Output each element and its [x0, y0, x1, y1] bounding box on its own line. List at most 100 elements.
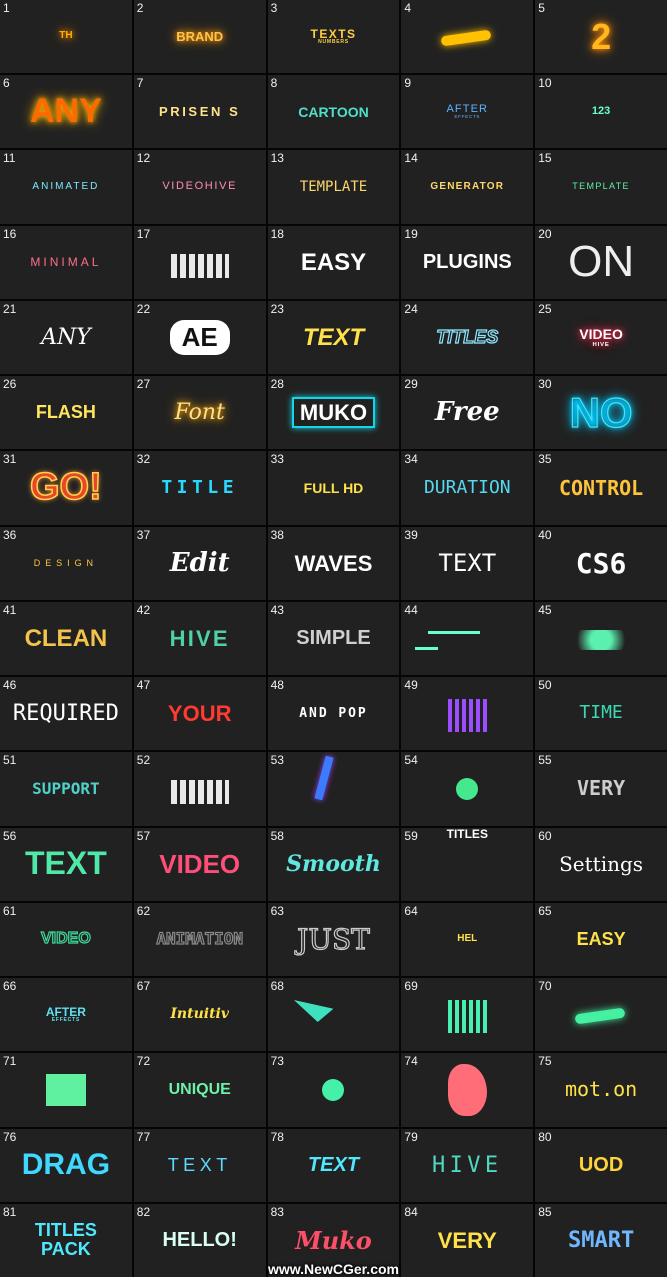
tile-number: 65: [538, 903, 552, 918]
effect-tile[interactable]: 26 FLASH: [0, 376, 132, 450]
effect-tile[interactable]: 61 VIDEO: [0, 902, 132, 977]
effect-tile[interactable]: 7 PRISEN S: [133, 75, 266, 149]
effect-tile[interactable]: 32 TITLE: [133, 451, 266, 525]
effect-tile[interactable]: 9 AFTER EFFECTS: [401, 75, 534, 149]
effect-preview-text: 123: [592, 105, 610, 118]
effect-tile[interactable]: 47 YOUR: [133, 677, 266, 751]
tile-number: 43: [270, 602, 284, 617]
effect-tile[interactable]: 75 mot.on: [535, 1053, 667, 1127]
effect-tile[interactable]: 48 AND POP: [267, 677, 400, 751]
effect-tile[interactable]: 62 ANIMATION: [133, 902, 266, 977]
effect-tile[interactable]: 69: [401, 978, 534, 1052]
effect-tile[interactable]: 49: [401, 677, 534, 751]
effect-preview-text: VIDEO: [159, 850, 240, 878]
preview-main-text: CS6: [575, 546, 627, 580]
effect-tile[interactable]: 8 CARTOON: [267, 75, 400, 149]
effect-tile[interactable]: 13 TEMPLATE: [267, 150, 400, 224]
effect-tile[interactable]: 56 TEXT: [0, 827, 132, 901]
preview-main-text: TITLE: [161, 476, 239, 498]
effect-tile[interactable]: 29 Free: [401, 376, 534, 450]
effect-tile[interactable]: 6 ANY: [0, 75, 132, 149]
preview-main-text: VIDEOHIVE: [162, 180, 238, 193]
effect-tile[interactable]: 21 ANY: [0, 300, 132, 375]
effect-tile[interactable]: 63 JUST: [267, 902, 400, 977]
effect-tile[interactable]: 39 TEXT: [401, 526, 534, 600]
effect-tile[interactable]: 41 CLEAN: [0, 601, 132, 676]
effect-tile[interactable]: 34 DURATION: [401, 451, 534, 525]
effect-tile[interactable]: 20 ON: [535, 225, 667, 299]
effect-tile[interactable]: 11 ANIMATED: [0, 150, 132, 224]
effect-tile[interactable]: 15 TEMPLATE: [535, 150, 667, 224]
effect-tile[interactable]: 10 123: [535, 75, 667, 149]
effect-tile[interactable]: 55 VERY: [535, 752, 667, 826]
effect-tile[interactable]: 65 EASY: [535, 902, 667, 977]
effect-tile[interactable]: 43 SIMPLE: [267, 601, 400, 676]
preview-main-text: VERY: [577, 776, 626, 801]
effect-tile[interactable]: 53: [267, 752, 400, 826]
tile-number: 81: [3, 1204, 17, 1219]
effect-tile[interactable]: 57 VIDEO: [133, 827, 266, 901]
shards-shape: [293, 1000, 334, 1022]
effect-tile[interactable]: 54: [401, 752, 534, 826]
effect-tile[interactable]: 78 TEXT: [267, 1128, 400, 1202]
tile-number: 34: [404, 452, 418, 467]
effect-tile[interactable]: 71: [0, 1053, 132, 1127]
effect-tile[interactable]: 3 TEXTS NUMBERS: [267, 0, 400, 74]
effect-tile[interactable]: 1 TH: [0, 0, 132, 74]
tile-number: 12: [136, 151, 151, 166]
effect-preview-text: FULL HD: [304, 480, 364, 496]
effect-tile[interactable]: 70: [535, 978, 667, 1052]
effect-tile[interactable]: 73: [267, 1053, 400, 1127]
effect-tile[interactable]: 66 AFTER EFFECTS: [0, 978, 132, 1052]
tile-number: 37: [136, 527, 151, 542]
effect-tile[interactable]: 76 DRAG: [0, 1128, 132, 1202]
effect-tile[interactable]: 4: [401, 0, 534, 74]
effect-tile[interactable]: 23 TEXT: [267, 300, 400, 375]
effect-tile[interactable]: 37 Edit: [133, 526, 266, 600]
effect-tile[interactable]: 18 EASY: [267, 225, 400, 299]
effect-tile[interactable]: 59 TITLES: [401, 827, 534, 901]
effect-tile[interactable]: 58 Smooth: [267, 827, 400, 901]
preview-main-text: PRISEN S: [158, 104, 241, 120]
effect-tile[interactable]: 19 PLUGINS: [401, 225, 534, 299]
effect-tile[interactable]: 64 HEL: [401, 902, 534, 977]
effect-tile[interactable]: 74: [401, 1053, 534, 1127]
effect-tile[interactable]: 30 NO: [535, 376, 667, 450]
tile-number: 66: [3, 979, 17, 994]
effect-tile[interactable]: 77 TEXT: [133, 1128, 266, 1202]
effect-tile[interactable]: 31 GO!: [0, 451, 132, 525]
effect-tile[interactable]: 24 TITLES: [401, 300, 534, 375]
effect-tile[interactable]: 72 UNIQUE: [133, 1053, 266, 1127]
effect-tile[interactable]: 14 GENERATOR: [401, 150, 534, 224]
effect-tile[interactable]: 79 HIVE: [401, 1128, 534, 1202]
effect-preview-text: Font: [175, 401, 225, 424]
effect-tile[interactable]: 67 Intuitiv: [133, 978, 266, 1052]
effect-tile[interactable]: 25 VIDEO HIVE: [535, 300, 667, 375]
effect-tile[interactable]: 33 FULL HD: [267, 451, 400, 525]
effect-tile[interactable]: 2 BRAND: [133, 0, 266, 74]
effect-tile[interactable]: 42 HIVE: [133, 601, 266, 676]
effect-tile[interactable]: 44: [401, 601, 534, 676]
effect-preview-text: GENERATOR: [430, 181, 504, 193]
tile-number: 24: [404, 301, 418, 316]
effect-tile[interactable]: 35 CONTROL: [535, 451, 667, 525]
effect-tile[interactable]: 51 SUPPORT: [0, 752, 132, 826]
tile-number: 48: [270, 678, 284, 693]
effect-tile[interactable]: 36 DESIGN: [0, 526, 132, 600]
effect-tile[interactable]: 16 MINIMAL: [0, 225, 132, 299]
effect-tile[interactable]: 52: [535, 0, 667, 74]
effect-tile[interactable]: 22 AE: [133, 300, 266, 375]
effect-tile[interactable]: 38 WAVES: [267, 526, 400, 600]
effect-tile[interactable]: 12 VIDEOHIVE: [133, 150, 266, 224]
effect-tile[interactable]: 80 UOD: [535, 1128, 667, 1202]
effect-tile[interactable]: 17: [133, 225, 266, 299]
effect-tile[interactable]: 27 Font: [133, 376, 266, 450]
effect-tile[interactable]: 68: [267, 978, 400, 1052]
effect-tile[interactable]: 40 CS6: [535, 526, 667, 600]
effect-tile[interactable]: 46 REQUIRED: [0, 677, 132, 751]
effect-tile[interactable]: 60 Settings: [535, 827, 667, 901]
effect-tile[interactable]: 28 MUKO: [267, 376, 400, 450]
effect-tile[interactable]: 52: [133, 752, 266, 826]
effect-tile[interactable]: 45: [535, 601, 667, 676]
effect-tile[interactable]: 50 TIME: [535, 677, 667, 751]
